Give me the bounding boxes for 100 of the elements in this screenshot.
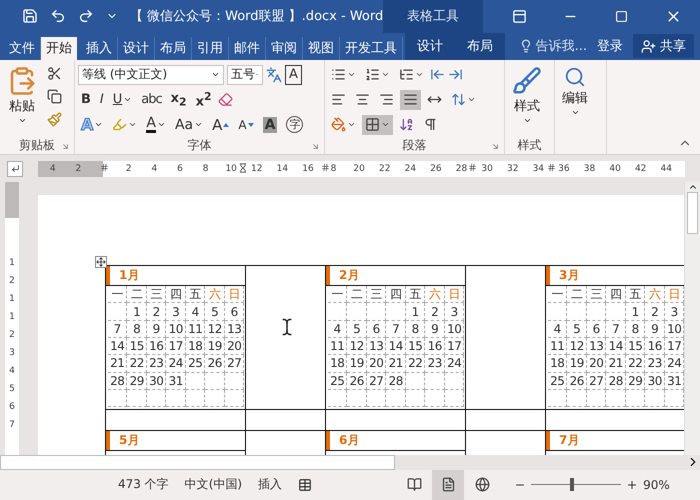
format-button[interactable]: x$^{2}$ xyxy=(192,90,215,110)
ruler-number: 6 xyxy=(177,162,183,176)
ruler-number: 8 xyxy=(330,162,336,176)
format-button[interactable]: x$_{2}$ xyxy=(168,90,190,110)
date-cell: 24 xyxy=(444,355,464,373)
phonetic-guide-icon[interactable] xyxy=(266,66,282,83)
ribbon-display-icon[interactable] xyxy=(512,8,527,24)
sign-in-link[interactable]: 登录 xyxy=(597,37,623,56)
maximize-icon[interactable] xyxy=(614,10,628,23)
date-cell xyxy=(224,372,244,390)
date-cell: 1 xyxy=(127,303,147,321)
language-status[interactable]: 中文(中国) xyxy=(184,476,242,494)
scroll-thumb[interactable] xyxy=(687,192,698,234)
redo-icon[interactable] xyxy=(78,8,94,24)
paintbrush-icon xyxy=(47,112,62,128)
column-marker-icon[interactable] xyxy=(468,162,477,172)
date-cell: 11 xyxy=(548,338,568,356)
font-button[interactable]: Aa xyxy=(172,114,206,135)
save-icon[interactable] xyxy=(22,8,38,24)
indent-marker-icon[interactable] xyxy=(238,162,248,173)
table-icon[interactable] xyxy=(298,478,312,492)
increase-indent-icon[interactable] xyxy=(448,67,463,82)
undo-icon[interactable] xyxy=(50,8,66,24)
date-cell: 10 xyxy=(166,320,186,338)
date-cell: 19 xyxy=(347,355,367,373)
date-cell: 4 xyxy=(186,303,206,321)
vertical-scrollbar[interactable] xyxy=(684,182,700,456)
ruler-number: 7 xyxy=(9,420,15,430)
font-button[interactable]: A xyxy=(143,114,169,135)
dialog-launcher-icon[interactable] xyxy=(61,142,70,152)
scroll-thumb[interactable] xyxy=(0,455,395,470)
borders-button[interactable] xyxy=(362,114,393,135)
weekday-cell: 三 xyxy=(146,286,166,304)
date-cell xyxy=(186,372,206,390)
ruler-number: 32 xyxy=(506,162,518,176)
date-cell: 28 xyxy=(386,372,406,390)
month-title: 3月 xyxy=(558,267,580,284)
month-marker xyxy=(106,266,110,286)
paste-button[interactable]: 粘贴 xyxy=(3,64,41,138)
format-button[interactable]: B xyxy=(78,90,94,110)
date-cell: 2 xyxy=(425,303,445,321)
zoom-percentage[interactable]: 90% xyxy=(643,478,670,492)
date-cell: 3 xyxy=(166,303,186,321)
ribbon-tab[interactable]: 开始 xyxy=(41,36,77,60)
month-title: 5月 xyxy=(118,432,140,450)
date-cell: 30 xyxy=(146,372,166,390)
styles-button[interactable]: 样式 xyxy=(508,64,546,138)
editing-button[interactable]: 编辑 xyxy=(558,64,592,154)
share-button[interactable]: 共享 xyxy=(633,34,694,58)
bullet-list-icon xyxy=(331,67,346,82)
word-count[interactable]: 473 个字 xyxy=(118,476,169,494)
group-label: 字体 xyxy=(188,137,212,154)
font-size-select[interactable]: 五号 xyxy=(227,64,263,85)
tell-me-field[interactable]: 告诉我... xyxy=(518,37,587,56)
sort-icon xyxy=(399,117,414,132)
ribbon-tab[interactable]: 设计 xyxy=(413,35,447,58)
date-cell xyxy=(444,390,464,408)
weekday-cell: 一 xyxy=(548,286,568,304)
line-spacing-icon xyxy=(451,92,466,108)
date-cell: 5 xyxy=(567,320,587,338)
column-marker-icon[interactable] xyxy=(100,162,109,172)
date-cell: 25 xyxy=(328,372,348,390)
format-button[interactable]: abc xyxy=(138,90,165,110)
dialog-launcher-icon[interactable] xyxy=(311,142,320,152)
date-cell xyxy=(108,303,128,321)
format-button[interactable]: U xyxy=(110,90,136,110)
ruler-number: 42 xyxy=(634,162,646,176)
group-label: 段落 xyxy=(402,137,426,154)
font-button[interactable]: A xyxy=(235,114,257,135)
date-cell xyxy=(645,390,665,408)
date-cell: 8 xyxy=(626,320,646,338)
weekday-cell: 六 xyxy=(205,286,225,304)
zoom-thumb[interactable] xyxy=(570,478,574,492)
ruler-number: 4 xyxy=(9,366,15,376)
view-button[interactable] xyxy=(432,470,464,500)
date-cell: 11 xyxy=(186,320,206,338)
date-cell: 17 xyxy=(166,338,186,356)
zoom-in-icon[interactable] xyxy=(626,478,638,491)
dialog-launcher-icon[interactable] xyxy=(491,142,500,152)
date-cell xyxy=(386,303,406,321)
eraser-icon[interactable] xyxy=(218,92,233,108)
align-icon xyxy=(403,92,418,108)
column-marker-icon[interactable] xyxy=(547,162,556,172)
tab-selector[interactable] xyxy=(7,160,23,177)
ribbon-tab[interactable]: 布局 xyxy=(463,35,497,58)
character-border-button[interactable]: A xyxy=(285,64,302,85)
decrease-indent-icon[interactable] xyxy=(430,67,445,82)
date-cell: 26 xyxy=(205,355,225,373)
align-button[interactable] xyxy=(400,90,421,110)
font-button[interactable]: A xyxy=(209,114,232,135)
table-move-icon[interactable] xyxy=(96,257,106,268)
font-name-select[interactable]: 等线 (中文正文) xyxy=(78,64,224,85)
month-title: 7月 xyxy=(558,432,580,450)
insert-mode[interactable]: 插入 xyxy=(258,476,282,494)
date-cell: 12 xyxy=(567,338,587,356)
date-cell: 4 xyxy=(328,320,348,338)
format-button[interactable]: I xyxy=(96,90,107,110)
date-cell xyxy=(366,390,386,408)
column-marker-icon[interactable] xyxy=(321,162,330,172)
date-cell: 4 xyxy=(548,320,568,338)
